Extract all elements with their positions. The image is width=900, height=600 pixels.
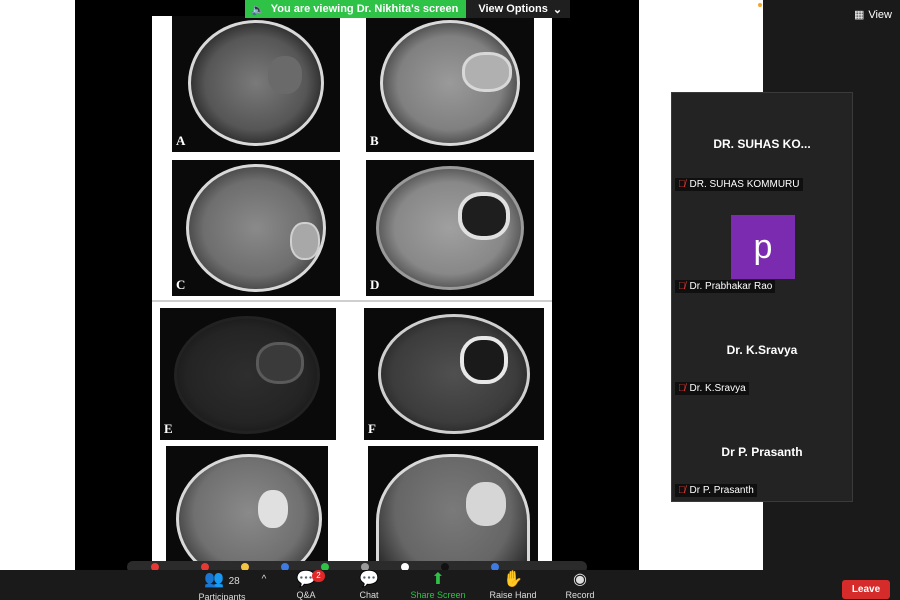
panel-letter-d: D [370,277,380,292]
panel-letter-c: C [176,277,186,292]
participant-tile[interactable]: Dr P. Prasanth 🎙̸ Dr P. Prasanth [672,399,852,501]
record-label: Record [565,590,595,600]
participants-count: 28 [228,576,240,587]
view-options-button[interactable]: View Options ⌄ [466,0,571,18]
participant-label: 🎙̸ Dr. K.Sravya [675,382,749,395]
participant-display-name: Dr P. Prasanth [721,445,803,459]
panel-letter-f: F [368,421,376,436]
mri-scan-g [166,446,328,570]
participant-label: 🎙̸ Dr P. Prasanth [675,484,757,497]
mic-muted-icon: 🎙̸ [678,485,686,496]
mri-scan-b: B [366,16,534,152]
share-screen-button[interactable]: ⬆ Share Screen [408,572,468,600]
viewing-indicator: 🔈 You are viewing Dr. Nikhita's screen [245,0,467,18]
panel-letter-e: E [164,421,173,436]
participant-label: 🎙̸ DR. SUHAS KOMMURU [675,178,803,191]
share-screen-icon: ⬆ [431,571,445,588]
participant-display-name: DR. SUHAS KO... [713,137,811,151]
viewing-text: You are viewing Dr. Nikhita's screen [270,3,459,15]
participant-tile[interactable]: DR. SUHAS KO... 🎙̸ DR. SUHAS KOMMURU [672,93,852,195]
mri-scan-d: D [366,160,534,296]
mri-scan-h [368,446,538,570]
view-label: View [868,8,892,21]
chevron-down-icon: ⌄ [552,3,563,16]
hand-icon: ✋ [503,571,523,588]
participant-label: 🎙̸ Dr. Prabhakar Rao [675,280,776,293]
participant-gallery: DR. SUHAS KO... 🎙̸ DR. SUHAS KOMMURU p 🎙… [671,92,853,502]
participant-label-text: Dr. Prabhakar Rao [689,281,773,292]
qa-button[interactable]: 💬 2 Q&A [276,570,336,600]
mri-scan-e: E [160,308,336,440]
participant-display-name: Dr. K.Sravya [726,343,798,357]
speaker-icon: 🔈 [251,3,265,16]
view-options-label: View Options [478,3,548,15]
leave-button[interactable]: Leave [842,580,890,599]
qa-label: Q&A [296,590,316,600]
participant-tile[interactable]: Dr. K.Sravya 🎙̸ Dr. K.Sravya [672,297,852,399]
panel-letter-a: A [176,133,186,148]
qa-icon: 💬 [296,571,316,588]
mic-muted-icon: 🎙̸ [678,383,686,394]
participant-label-text: Dr P. Prasanth [689,485,754,496]
chat-icon: 💬 [359,571,379,588]
mic-muted-icon: 🎙̸ [678,179,686,190]
participants-label: Participants [198,592,246,600]
mri-scan-c: C [172,160,340,296]
chat-button[interactable]: 💬 Chat [339,572,399,600]
mic-muted-icon: 🎙̸ [678,281,686,292]
shared-slide: A B C D E F [152,16,552,570]
screen-share-banner: 🔈 You are viewing Dr. Nikhita's screen V… [245,0,571,18]
chat-label: Chat [359,590,379,600]
meeting-toolbar: 👥 28 Participants ^ 💬 2 Q&A 💬 Chat ⬆ Sha… [0,570,900,600]
share-screen-label: Share Screen [410,590,466,600]
mri-scan-f: F [364,308,544,440]
view-button[interactable]: ▦ View [853,8,892,22]
grid-icon: ▦ [853,9,865,21]
avatar: p [731,215,795,279]
qa-badge: 2 [312,570,325,582]
raise-hand-label: Raise Hand [489,590,537,600]
record-button[interactable]: ◉ Record [550,572,610,600]
mri-scan-a: A [172,16,340,152]
participant-label-text: Dr. K.Sravya [689,383,746,394]
record-icon: ◉ [573,571,587,588]
participant-label-text: DR. SUHAS KOMMURU [689,179,800,190]
participant-tile[interactable]: p 🎙̸ Dr. Prabhakar Rao [672,195,852,297]
raise-hand-button[interactable]: ✋ Raise Hand [483,572,543,600]
slide-divider [152,300,552,302]
status-dot [758,3,762,7]
panel-letter-b: B [370,133,379,148]
